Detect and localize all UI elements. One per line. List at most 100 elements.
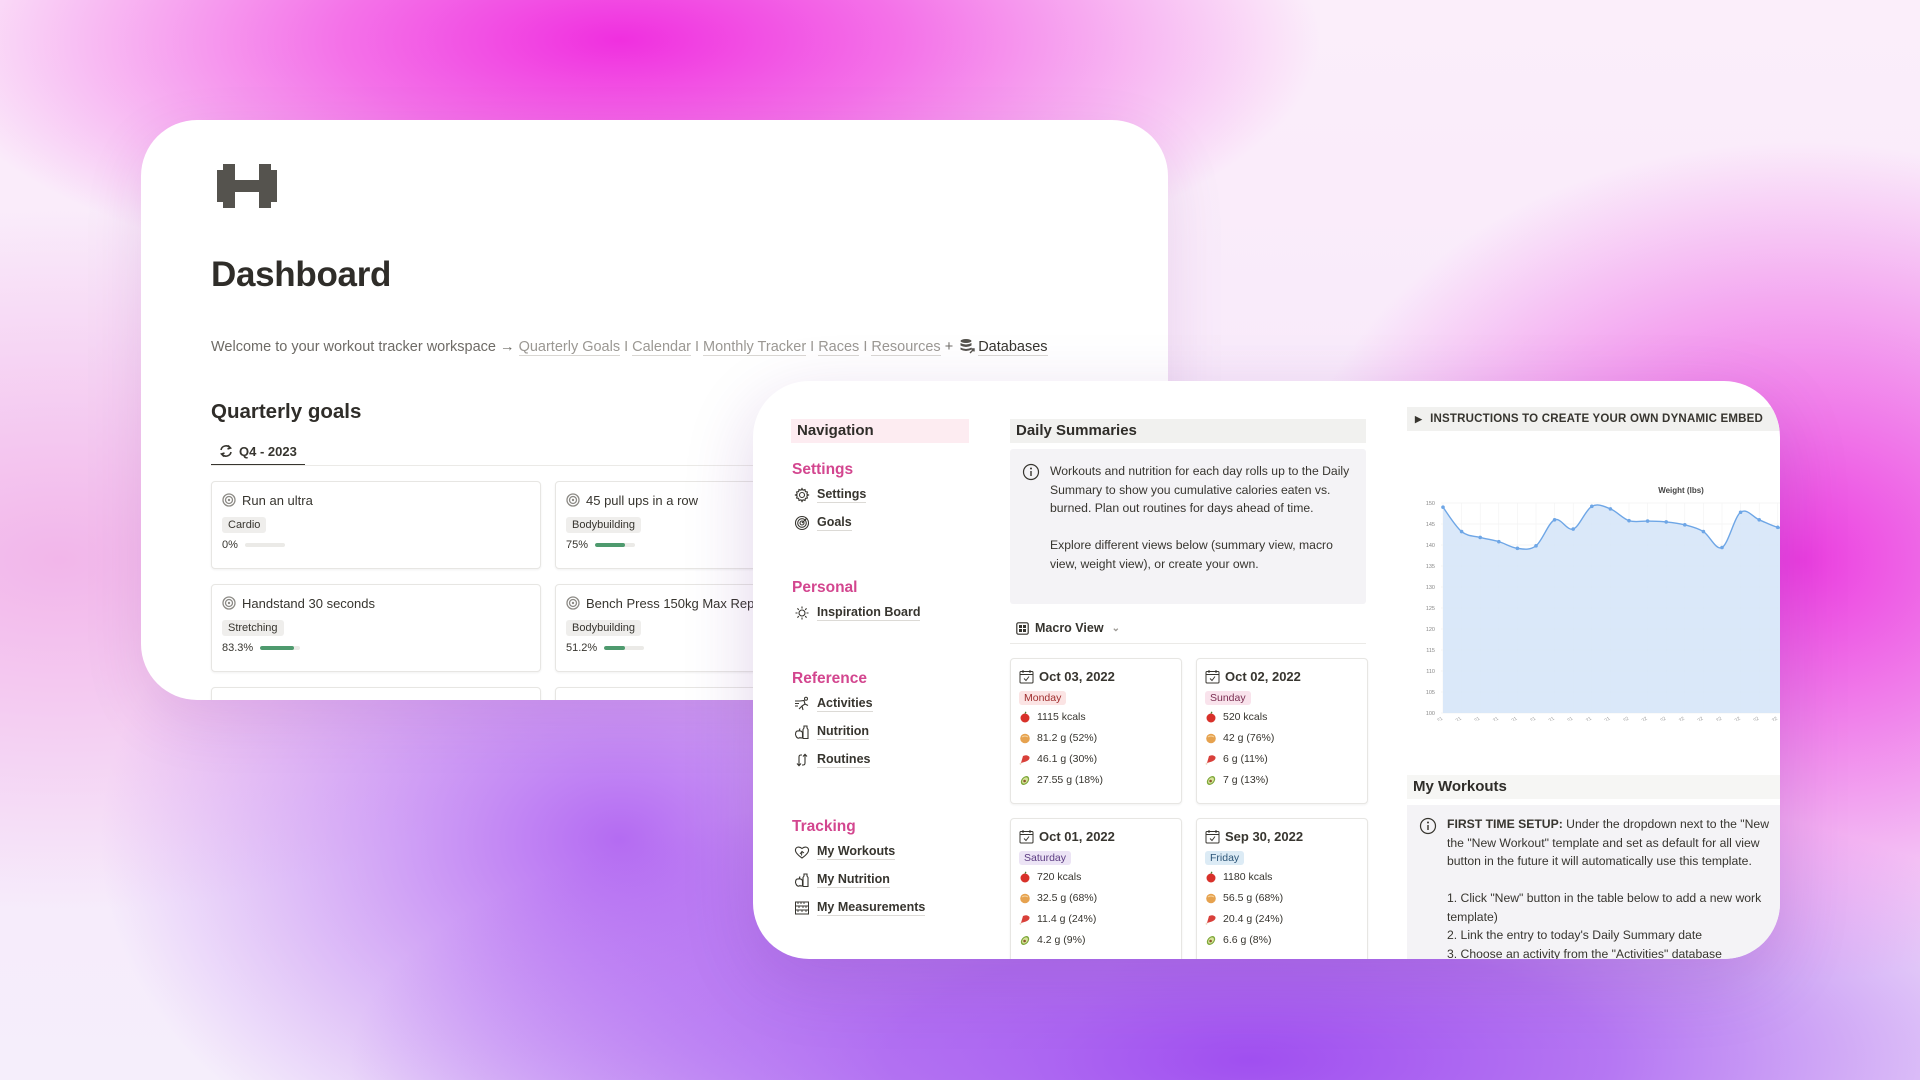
y-tick-label: 120	[1426, 627, 1435, 633]
meat-icon	[1019, 914, 1030, 925]
day-card[interactable]: Oct 02, 2022 Sunday 520 kcals 42 g (76%) 6 g…	[1196, 658, 1368, 804]
goal-name: 45 pull ups in a row	[586, 492, 699, 508]
goal-card[interactable]: Handstand 30 seconds Stretching 83.3%	[211, 584, 541, 672]
goal-card-partial[interactable]	[211, 687, 541, 700]
view-selector[interactable]: Macro View ⌄	[1016, 621, 1120, 635]
y-tick-label: 130	[1426, 585, 1435, 591]
protein-value: 11.4 g (24%)	[1037, 912, 1097, 925]
nav-item-label: Inspiration Board	[817, 605, 921, 621]
nav-item-activities[interactable]: Activities	[794, 696, 873, 712]
data-point	[1683, 523, 1687, 527]
nav-item-goals[interactable]: Goals	[794, 515, 852, 531]
avocado-icon	[1020, 935, 1030, 945]
workspace-panel: Navigation Settings Settings Goals Perso…	[753, 381, 1780, 959]
link-calendar[interactable]: Calendar	[632, 339, 691, 356]
nav-item-my-workouts[interactable]: My Workouts	[794, 844, 896, 860]
info-icon	[1022, 463, 1040, 481]
data-point	[1776, 525, 1780, 530]
data-point	[1478, 535, 1482, 540]
day-card[interactable]: Oct 01, 2022 Saturday 720 kcals 32.5 g (68%…	[1010, 818, 1182, 959]
callout-line: 2. Link the entry to today's Daily Summa…	[1447, 928, 1702, 942]
daily-summaries-heading: Daily Summaries	[1010, 419, 1366, 443]
target-icon	[794, 515, 810, 531]
day-date: Oct 03, 2022	[1039, 668, 1115, 684]
day-card[interactable]: Sep 30, 2022 Friday 1180 kcals 56.5 g (68%)…	[1196, 818, 1368, 959]
dumbbell-icon	[217, 164, 277, 208]
instructions-toggle[interactable]: ▶ INSTRUCTIONS TO CREATE YOUR OWN DYNAMIC…	[1407, 407, 1780, 431]
link-resources[interactable]: Resources	[871, 339, 941, 356]
bread-icon	[1206, 733, 1216, 743]
loop-arrows-icon	[796, 753, 808, 767]
tab-q4-2023[interactable]: Q4 - 2023	[211, 438, 305, 466]
calories-row: 720 kcals	[1019, 866, 1173, 887]
calories-value: 1115 kcals	[1037, 710, 1086, 723]
calories-row: 1180 kcals	[1205, 866, 1359, 887]
link-databases[interactable]: Databases	[978, 339, 1048, 356]
carbs-value: 56.5 g (68%)	[1223, 891, 1284, 904]
goal-name: Run an ultra	[242, 492, 313, 508]
fat-value: 6.6 g (8%)	[1223, 933, 1272, 946]
protein-row: 20.4 g (24%)	[1205, 908, 1359, 929]
goal-card[interactable]: Run an ultra Cardio 0%	[211, 481, 541, 569]
y-tick-label: 100	[1426, 711, 1435, 717]
fat-row: 27.55 g (18%)	[1019, 769, 1173, 790]
protein-row: 46.1 g (30%)	[1019, 748, 1173, 769]
goal-progress-fill	[595, 543, 626, 547]
refresh-icon	[220, 444, 232, 458]
weight-chart: Weight (lbs) 100 105 110 115 120 125 130 135 140 1…	[1413, 481, 1780, 735]
calories-value: 520 kcals	[1223, 710, 1268, 723]
triangle-right-icon: ▶	[1415, 414, 1423, 424]
protein-value: 6 g (11%)	[1223, 752, 1268, 765]
fat-row: 6.6 g (8%)	[1205, 929, 1359, 950]
weight-chart-svg: Weight (lbs) 100 105 110 115 120 125 130 135 140 1…	[1421, 486, 1780, 735]
goal-progress-label: 83.3%	[222, 642, 254, 654]
calendar-check-icon	[1205, 669, 1220, 683]
callout-line: the "New Workout" template and set as de…	[1447, 835, 1760, 850]
goal-progress-fill	[260, 646, 294, 650]
apple-bottle-icon	[794, 873, 809, 888]
nav-item-label: My Nutrition	[817, 872, 890, 888]
data-point	[1645, 519, 1650, 523]
nav-item-routines[interactable]: Routines	[794, 752, 871, 768]
fat-value: 7 g (13%)	[1223, 773, 1269, 786]
nav-item-label: Goals	[817, 515, 852, 531]
data-point	[1627, 518, 1631, 523]
weekday-tag: Friday	[1205, 851, 1245, 865]
meat-icon	[1205, 754, 1216, 765]
avocado-icon	[1020, 775, 1030, 785]
view-divider	[1010, 643, 1366, 644]
nav-item-nutrition[interactable]: Nutrition	[794, 724, 870, 740]
target-icon	[566, 596, 580, 610]
x-tick-label: Jul 23, 22	[1739, 716, 1760, 721]
nav-item-settings[interactable]: Settings	[794, 487, 867, 503]
nav-item-label: Settings	[817, 487, 867, 503]
weekday-tag: Saturday	[1019, 851, 1072, 865]
callout-line	[1447, 871, 1780, 890]
goal-tag: Stretching	[222, 620, 284, 636]
data-point	[1441, 505, 1445, 509]
goal-progress-label: 51.2%	[566, 642, 598, 654]
link-monthly-tracker[interactable]: Monthly Tracker	[703, 339, 807, 356]
nav-item-label: Activities	[817, 696, 873, 712]
bread-icon	[1020, 893, 1030, 903]
link-quarterly-goals[interactable]: Quarterly Goals	[518, 339, 621, 356]
database-icon	[960, 339, 975, 354]
nav-item-label: Routines	[817, 752, 871, 768]
goal-name: Handstand 30 seconds	[242, 595, 375, 611]
y-tick-label: 135	[1426, 564, 1435, 570]
nav-section-reference: Reference	[792, 670, 867, 687]
goal-tag: Bodybuilding	[566, 517, 641, 533]
separator: I	[810, 339, 815, 355]
chevron-down-icon: ⌄	[1111, 622, 1120, 634]
nav-section-settings: Settings	[792, 461, 854, 478]
calendar-check-icon	[1205, 829, 1220, 843]
link-races[interactable]: Races	[818, 339, 860, 356]
data-point	[1515, 546, 1520, 551]
day-card[interactable]: Oct 03, 2022 Monday 1115 kcals 81.2 g (52%)…	[1010, 658, 1182, 804]
nav-item-my-measurements[interactable]: My Measurements	[794, 900, 926, 916]
nav-item-my-nutrition[interactable]: My Nutrition	[794, 872, 890, 888]
nav-item-inspiration-board[interactable]: Inspiration Board	[794, 605, 921, 621]
calories-value: 1180 kcals	[1223, 870, 1273, 883]
plus-sign: +	[944, 339, 954, 355]
runner-icon	[795, 696, 809, 711]
